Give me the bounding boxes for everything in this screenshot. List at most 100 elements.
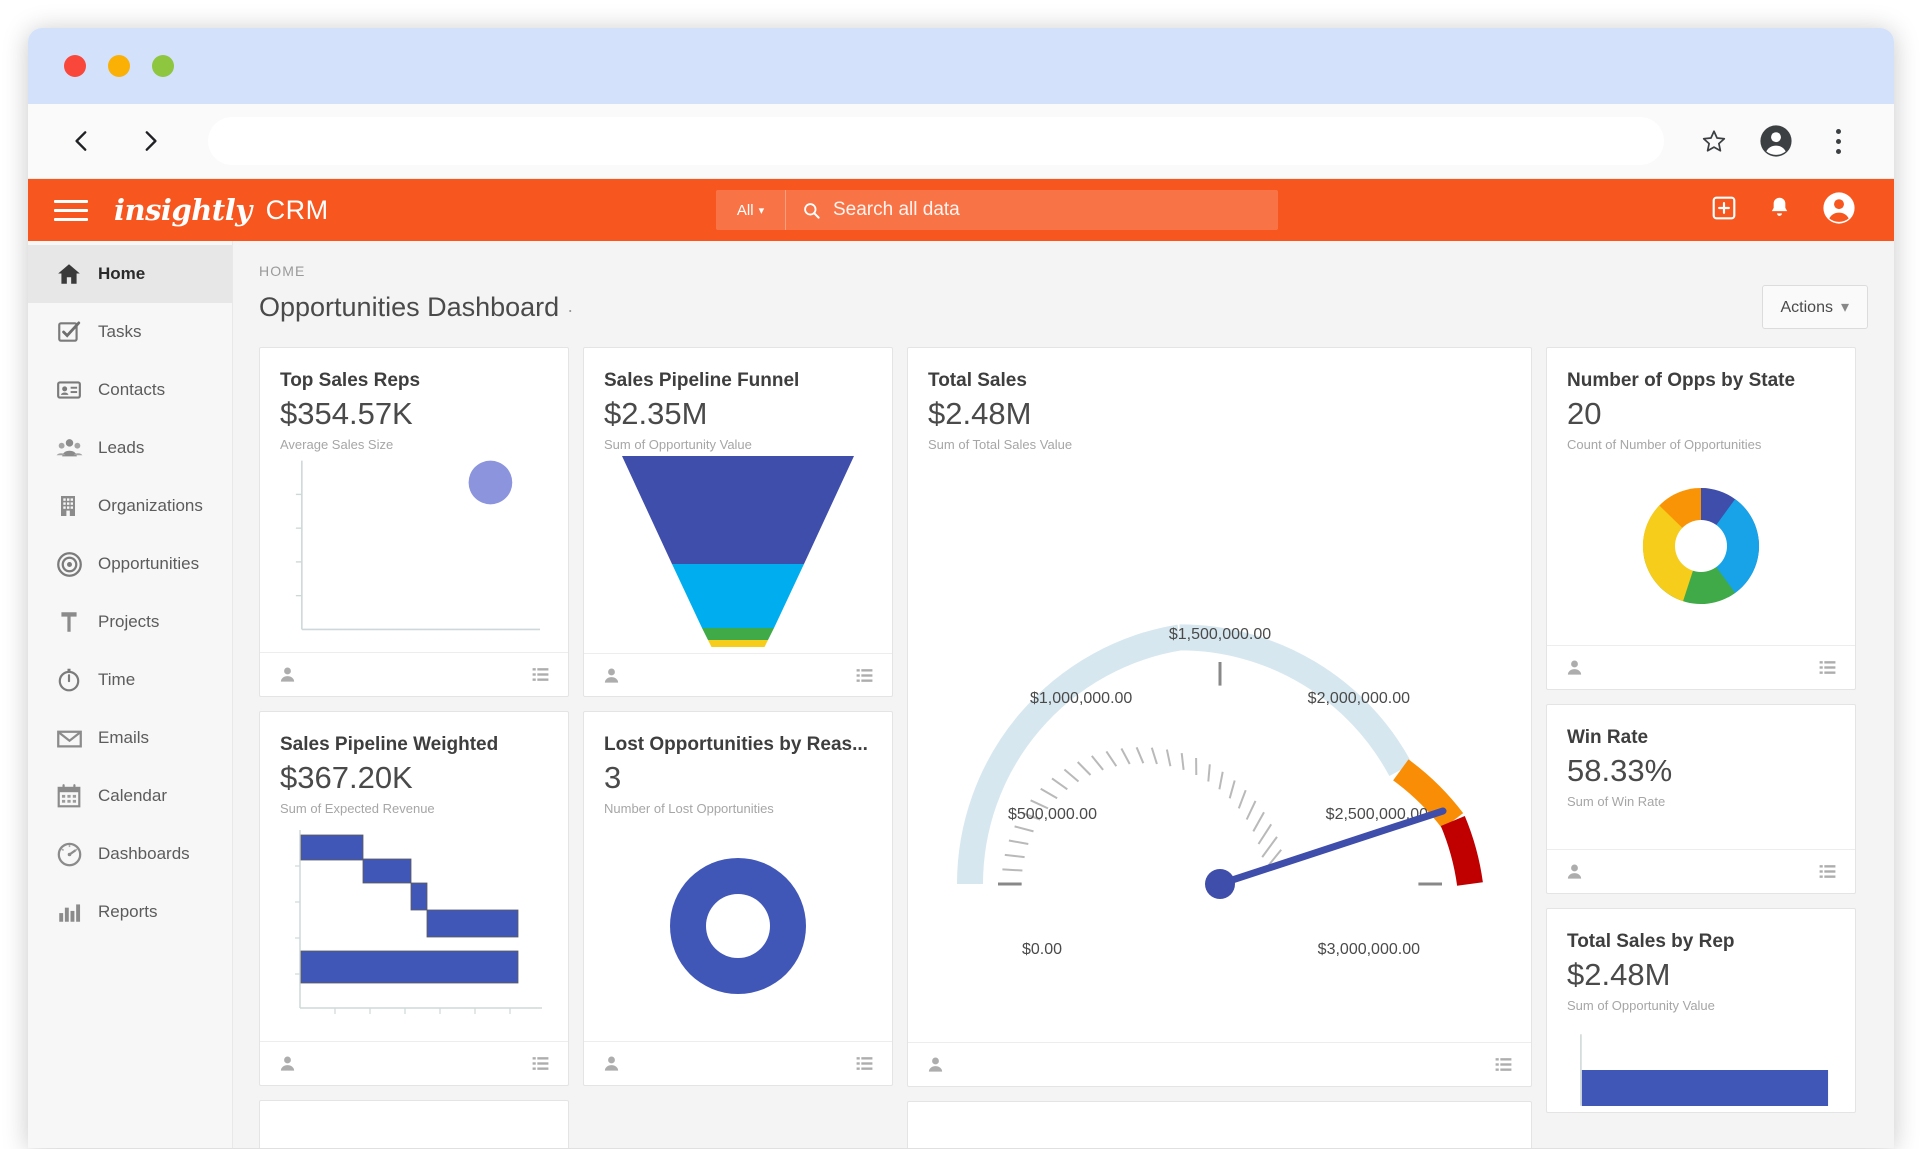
card-body: Total Sales by Rep $2.48M Sum of Opportu…: [1547, 909, 1855, 1112]
card-lost-opportunities[interactable]: Lost Opportunities by Reas... 3 Number o…: [583, 711, 893, 1086]
card-top-sales-reps[interactable]: Top Sales Reps $354.57K Average Sales Si…: [259, 347, 569, 697]
window-minimize-button[interactable]: [108, 55, 130, 77]
card-value: $2.35M: [604, 396, 708, 431]
back-button[interactable]: [58, 117, 106, 165]
forward-button[interactable]: [126, 117, 174, 165]
chevron-down-icon: ▾: [1840, 299, 1849, 316]
card-subtitle: Sum of Opportunity Value: [1567, 998, 1715, 1013]
notifications-button[interactable]: [1767, 195, 1792, 225]
list-view-icon[interactable]: [1494, 1055, 1513, 1074]
breadcrumb: HOME: [259, 263, 306, 279]
card-title: Win Rate: [1567, 727, 1649, 748]
account-circle-icon: [1760, 125, 1792, 157]
list-view-icon[interactable]: [531, 665, 550, 684]
card-body: Sales Pipeline Weighted $367.20K Sum of …: [260, 712, 568, 1041]
app-body: Home Tasks Contacts Leads Organizations Oppor…: [28, 241, 1894, 1148]
gauge-tick-label: $2,000,000.00: [1307, 690, 1409, 707]
card-total-sales[interactable]: Total Sales $2.48M Sum of Total Sales Va…: [907, 347, 1532, 1087]
projects-icon: [56, 609, 98, 635]
app-header: insightly CRM All ▾: [28, 179, 1894, 241]
card-win-rate[interactable]: Win Rate 58.33% Sum of Win Rate: [1546, 704, 1856, 894]
owner-icon[interactable]: [278, 665, 297, 684]
sidebar-item-home[interactable]: Home: [28, 245, 232, 303]
search-scope-dropdown[interactable]: All ▾: [716, 190, 786, 230]
sidebar-item-calendar[interactable]: Calendar: [28, 767, 232, 825]
sidebar-item-reports[interactable]: Reports: [28, 883, 232, 941]
card-subtitle: Number of Lost Opportunities: [604, 801, 774, 816]
browser-menu-button[interactable]: [1812, 115, 1864, 167]
gauge-chart: $0.00 $500,000.00 $1,000,000.00 $1,500,0…: [928, 452, 1511, 1036]
owner-icon[interactable]: [278, 1054, 297, 1073]
card-footer: [1547, 849, 1855, 893]
card-value: 3: [604, 760, 622, 795]
bookmark-button[interactable]: [1688, 115, 1740, 167]
page-title-caret: ·: [567, 299, 574, 320]
list-view-icon[interactable]: [855, 666, 874, 685]
sidebar-item-label: Opportunities: [98, 554, 200, 573]
list-view-icon[interactable]: [1818, 658, 1837, 677]
list-view-icon[interactable]: [855, 1054, 874, 1073]
leads-icon: [56, 435, 98, 462]
scatter-chart: [280, 452, 548, 646]
sidebar-item-opportunities[interactable]: Opportunities: [28, 535, 232, 593]
owner-icon[interactable]: [602, 666, 621, 685]
emails-icon: [56, 725, 98, 752]
menu-toggle-button[interactable]: [54, 194, 88, 227]
card-partial-bottom-2[interactable]: [907, 1101, 1532, 1148]
organizations-icon: [56, 494, 98, 518]
sidebar-item-contacts[interactable]: Contacts: [28, 361, 232, 419]
actions-button[interactable]: Actions ▾: [1761, 285, 1868, 329]
owner-icon[interactable]: [602, 1054, 621, 1073]
address-bar[interactable]: [208, 117, 1664, 165]
gauge-tick-label: $3,000,000.00: [1317, 941, 1419, 958]
card-total-sales-by-rep[interactable]: Total Sales by Rep $2.48M Sum of Opportu…: [1546, 908, 1856, 1113]
sidebar-item-dashboards[interactable]: Dashboards: [28, 825, 232, 883]
sidebar-item-organizations[interactable]: Organizations: [28, 477, 232, 535]
screenshot-root: insightly CRM All ▾ Search all data Home…: [0, 0, 1920, 1149]
add-button[interactable]: [1711, 195, 1737, 226]
window-close-button[interactable]: [64, 55, 86, 77]
bell-icon: [1771, 197, 1788, 216]
account-button[interactable]: [1822, 191, 1856, 230]
profile-button[interactable]: [1750, 115, 1802, 167]
card-value: 58.33%: [1567, 753, 1673, 788]
owner-icon[interactable]: [1565, 658, 1584, 677]
sidebar-item-projects[interactable]: Projects: [28, 593, 232, 651]
card-subtitle: Sum of Total Sales Value: [928, 437, 1073, 452]
sidebar-item-leads[interactable]: Leads: [28, 419, 232, 477]
dashboard-grid: Top Sales Reps $354.57K Average Sales Si…: [259, 347, 1868, 1148]
card-sales-pipeline-weighted[interactable]: Sales Pipeline Weighted $367.20K Sum of …: [259, 711, 569, 1086]
star-icon: [1702, 130, 1726, 152]
card-body: [260, 1101, 568, 1148]
sidebar-item-label: Home: [98, 264, 146, 283]
search-icon: [802, 201, 821, 220]
sidebar-item-label: Leads: [98, 438, 145, 457]
card-subtitle: Sum of Opportunity Value: [604, 437, 752, 452]
owner-icon[interactable]: [1565, 862, 1584, 881]
page-title-text: Opportunities Dashboard: [259, 291, 560, 322]
sidebar-item-label: Reports: [98, 902, 158, 921]
sidebar-item-label: Calendar: [98, 786, 167, 805]
home-icon: [56, 261, 98, 287]
donut-chart-opps-by-state: [1567, 452, 1835, 639]
card-value: $2.48M: [928, 396, 1032, 431]
card-sales-pipeline-funnel[interactable]: Sales Pipeline Funnel $2.35M Sum of Oppo…: [583, 347, 893, 697]
product-name: CRM: [265, 194, 329, 225]
owner-icon[interactable]: [926, 1055, 945, 1074]
opportunities-icon: [56, 551, 98, 578]
search-input[interactable]: [833, 199, 1278, 221]
search-scope-label: All: [736, 201, 754, 219]
waterfall-chart: [280, 816, 548, 1035]
card-partial-bottom-1[interactable]: [259, 1100, 569, 1148]
card-body: Number of Opps by State 20 Count of Numb…: [1547, 348, 1855, 645]
list-view-icon[interactable]: [1818, 862, 1837, 881]
sidebar-item-emails[interactable]: Emails: [28, 709, 232, 767]
window-maximize-button[interactable]: [152, 55, 174, 77]
sidebar-item-tasks[interactable]: Tasks: [28, 303, 232, 361]
dashboards-icon: [56, 841, 98, 868]
card-number-of-opps-by-state[interactable]: Number of Opps by State 20 Count of Numb…: [1546, 347, 1856, 690]
list-view-icon[interactable]: [531, 1054, 550, 1073]
sidebar-item-time[interactable]: Time: [28, 651, 232, 709]
dashboard-column-3: Total Sales $2.48M Sum of Total Sales Va…: [907, 347, 1532, 1148]
funnel-chart: [604, 452, 872, 647]
